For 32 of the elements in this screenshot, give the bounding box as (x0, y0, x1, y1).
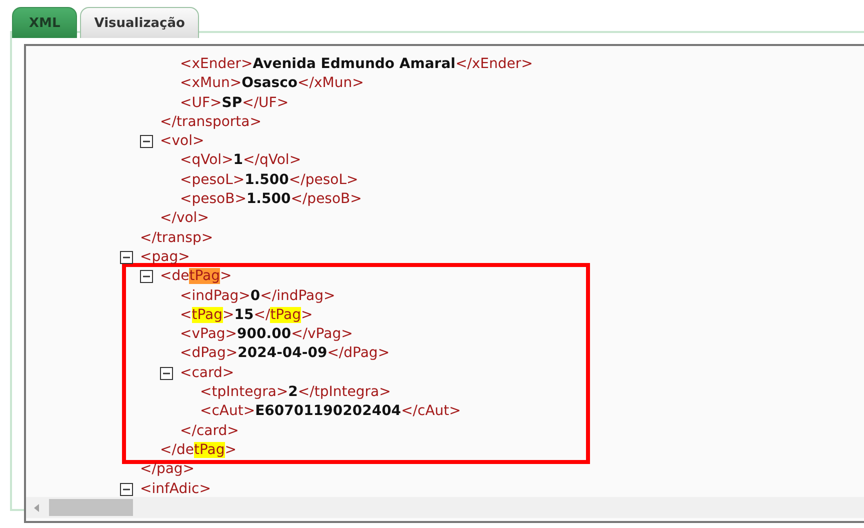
collapse-icon[interactable] (120, 250, 133, 264)
xml-line: <detPag> (160, 268, 232, 284)
xml-line: <indPag>0</indPag> (180, 288, 336, 304)
xml-line: </detPag> (160, 442, 236, 458)
xml-line: <cAut>E60701190202404</cAut> (200, 403, 461, 420)
xml-line: <xMun>Osasco</xMun> (180, 75, 364, 92)
collapse-icon[interactable] (140, 270, 153, 284)
xml-line: <pag> (140, 248, 190, 265)
xml-line: </vol> (160, 210, 209, 226)
xml-line: <dPag>2024-04-09</dPag> (180, 345, 390, 362)
xml-line: </transporta> (160, 114, 262, 130)
xml-line: <xEnder>Avenida Edmundo Amaral</xEnder> (180, 56, 533, 72)
xml-line: <qVol>1</qVol> (180, 152, 302, 168)
collapse-icon[interactable] (160, 366, 173, 380)
xml-line: <vol> (160, 133, 204, 150)
xml-line: <pesoB>1.500</pesoB> (180, 191, 362, 208)
xml-line: <card> (180, 364, 234, 381)
xml-line: </card> (180, 422, 239, 439)
xml-line: <tpIntegra>2</tpIntegra> (200, 384, 391, 400)
tab[interactable]: XML (12, 7, 78, 38)
scroll-thumb[interactable] (49, 499, 133, 516)
xml-line: <pesoL>1.500</pesoL> (180, 172, 358, 188)
xml-line: </pag> (140, 461, 195, 478)
xml-line: <infAdic> (140, 480, 211, 497)
xml-line: </transp> (140, 230, 214, 246)
xml-line: <UF>SP</UF> (180, 94, 289, 111)
collapse-icon[interactable] (120, 482, 133, 496)
tab[interactable]: Visualização (80, 7, 199, 38)
horizontal-scrollbar[interactable] (26, 497, 864, 518)
collapse-icon[interactable] (140, 135, 153, 148)
xml-line: <vPag>900.00</vPag> (180, 326, 353, 342)
xml-line: <tPag>15</tPag> (180, 306, 313, 323)
